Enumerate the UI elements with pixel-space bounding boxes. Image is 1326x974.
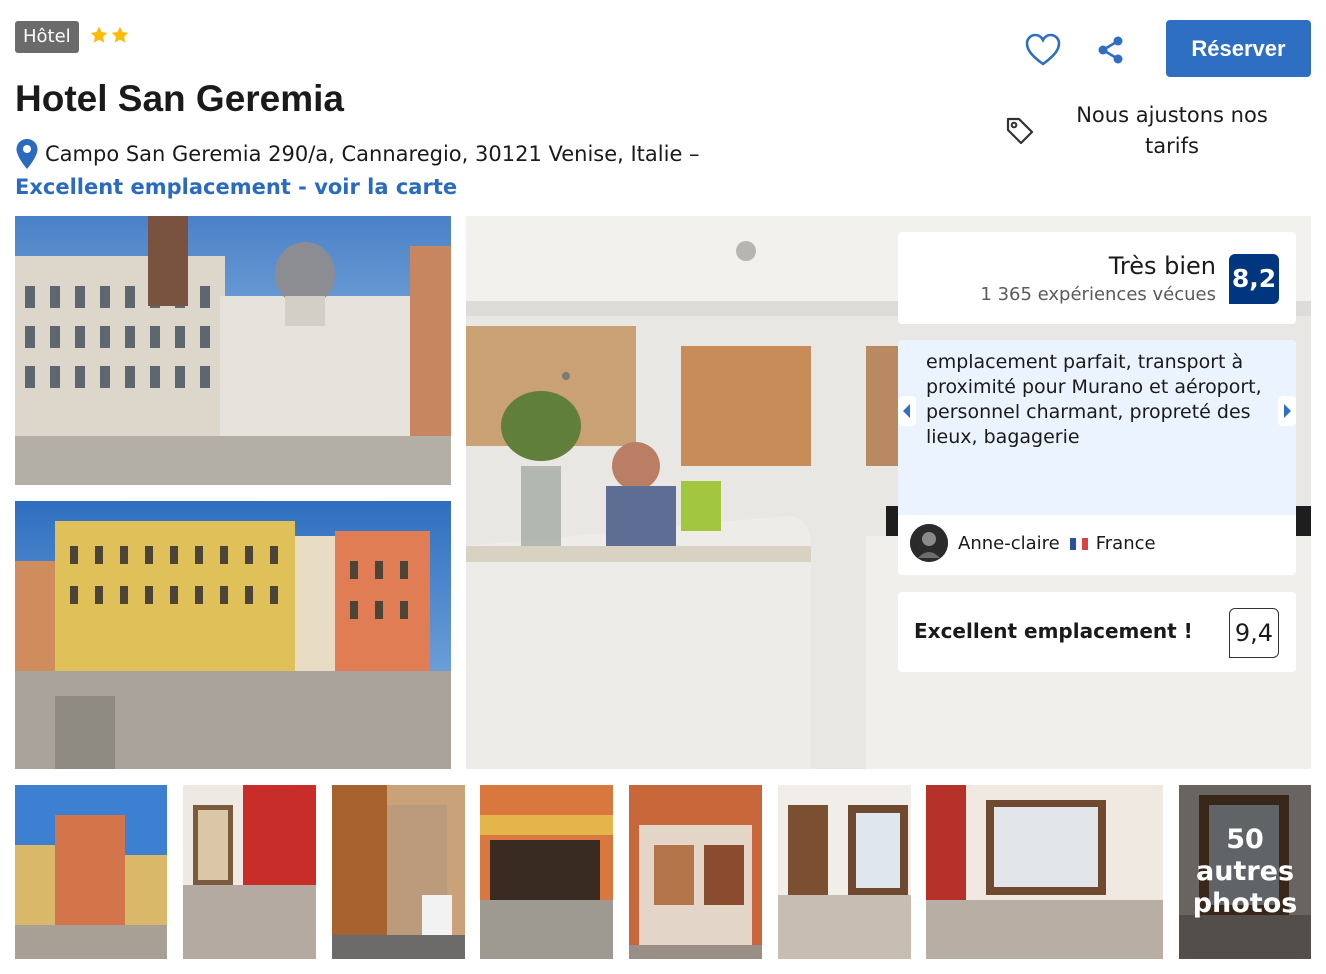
featured-review-card: emplacement parfait, transport à proximi… bbox=[898, 340, 1296, 575]
star-icon bbox=[111, 26, 129, 43]
heart-icon bbox=[1025, 33, 1061, 66]
flag-france-icon bbox=[1069, 537, 1088, 550]
review-text: emplacement parfait, transport à proximi… bbox=[926, 351, 1262, 448]
thumbnail-photo[interactable] bbox=[15, 785, 167, 959]
property-type-badge: Hôtel bbox=[15, 21, 79, 53]
address-text: Campo San Geremia 290/a, Cannaregio, 301… bbox=[45, 142, 700, 166]
map-link[interactable]: Excellent emplacement - voir la carte bbox=[15, 175, 457, 199]
more-photos-overlay: 50 autres photos bbox=[1179, 785, 1311, 959]
location-score-label: Excellent emplacement ! bbox=[914, 619, 1193, 643]
address-row: Campo San Geremia 290/a, Cannaregio, 301… bbox=[15, 138, 700, 170]
reviewer-info: Anne-claire France bbox=[910, 524, 1156, 562]
chevron-right-icon[interactable] bbox=[1278, 396, 1296, 426]
thumbnail-photo[interactable] bbox=[480, 785, 613, 959]
chevron-left-icon[interactable] bbox=[898, 396, 916, 426]
thumbnail-photo[interactable] bbox=[629, 785, 762, 959]
more-photos-count: 50 bbox=[1226, 824, 1264, 855]
review-quote: emplacement parfait, transport à proximi… bbox=[898, 340, 1296, 515]
thumbnail-photo[interactable] bbox=[778, 785, 911, 959]
hotel-name: Hotel San Geremia bbox=[15, 78, 345, 119]
star-icon bbox=[90, 26, 108, 43]
review-score-card[interactable]: Très bien 1 365 expériences vécues 8,2 bbox=[898, 232, 1296, 324]
thumbnail-photo[interactable] bbox=[332, 785, 465, 959]
share-icon bbox=[1098, 36, 1123, 64]
review-count: 1 365 expériences vécues bbox=[980, 284, 1216, 305]
reserve-button[interactable]: Réserver bbox=[1166, 20, 1311, 77]
map-pin-icon bbox=[16, 139, 38, 169]
more-photos-label: autres bbox=[1195, 856, 1295, 887]
thumbnail-photo[interactable] bbox=[926, 785, 1163, 959]
photo-church-square[interactable] bbox=[15, 216, 451, 485]
more-photos-tile[interactable]: 50 autres photos bbox=[1179, 785, 1311, 959]
more-photos-label: photos bbox=[1192, 888, 1298, 919]
photo-campo-buildings[interactable] bbox=[15, 501, 451, 769]
rating-word: Très bien bbox=[1108, 252, 1216, 280]
price-adjust-note: Nous ajustons nos tarifs bbox=[1076, 103, 1268, 158]
location-score-value: 9,4 bbox=[1229, 608, 1279, 658]
thumbnail-photo[interactable] bbox=[183, 785, 316, 959]
reviewer-country: France bbox=[1069, 532, 1156, 554]
location-score-card[interactable]: Excellent emplacement ! 9,4 bbox=[898, 592, 1296, 672]
score-badge: 8,2 bbox=[1229, 254, 1279, 304]
reviewer-name: Anne-claire bbox=[958, 532, 1060, 554]
favorite-button[interactable] bbox=[1024, 32, 1062, 68]
tag-icon bbox=[1006, 117, 1034, 145]
reviewer-country-name: France bbox=[1095, 532, 1156, 554]
star-rating bbox=[89, 25, 130, 45]
share-button[interactable] bbox=[1096, 34, 1126, 66]
avatar bbox=[910, 524, 948, 562]
